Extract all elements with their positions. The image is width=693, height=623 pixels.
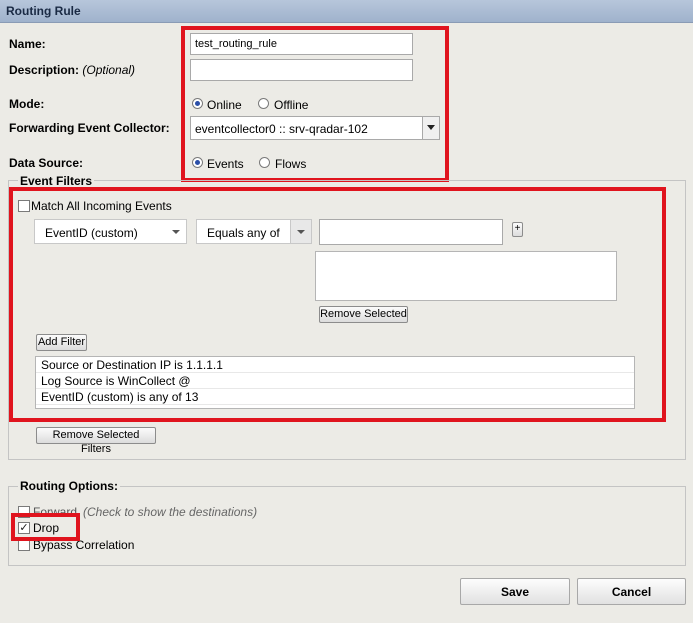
- mode-label: Mode:: [9, 97, 45, 111]
- description-label: Description: (Optional): [9, 63, 135, 77]
- description-optional-hint: (Optional): [82, 63, 136, 77]
- description-label-text: Description:: [9, 63, 80, 77]
- forward-hint: (Check to show the destinations): [83, 505, 258, 519]
- remove-selected-filters-button[interactable]: Remove Selected Filters: [36, 427, 156, 455]
- save-button[interactable]: Save: [460, 578, 570, 605]
- name-label: Name:: [9, 37, 46, 51]
- highlight-box-drop: [11, 513, 80, 541]
- event-filters-legend: Event Filters: [18, 174, 95, 188]
- collector-label: Forwarding Event Collector:: [9, 121, 170, 135]
- window-title: Routing Rule: [6, 4, 81, 18]
- datasource-label: Data Source:: [9, 156, 84, 170]
- highlight-box-general: [181, 26, 449, 182]
- highlight-box-filters: [9, 187, 666, 422]
- routing-options-legend: Routing Options:: [18, 479, 120, 493]
- cancel-button[interactable]: Cancel: [577, 578, 686, 605]
- routing-options-fieldset: [8, 486, 686, 566]
- window-title-bar: Routing Rule: [0, 0, 693, 23]
